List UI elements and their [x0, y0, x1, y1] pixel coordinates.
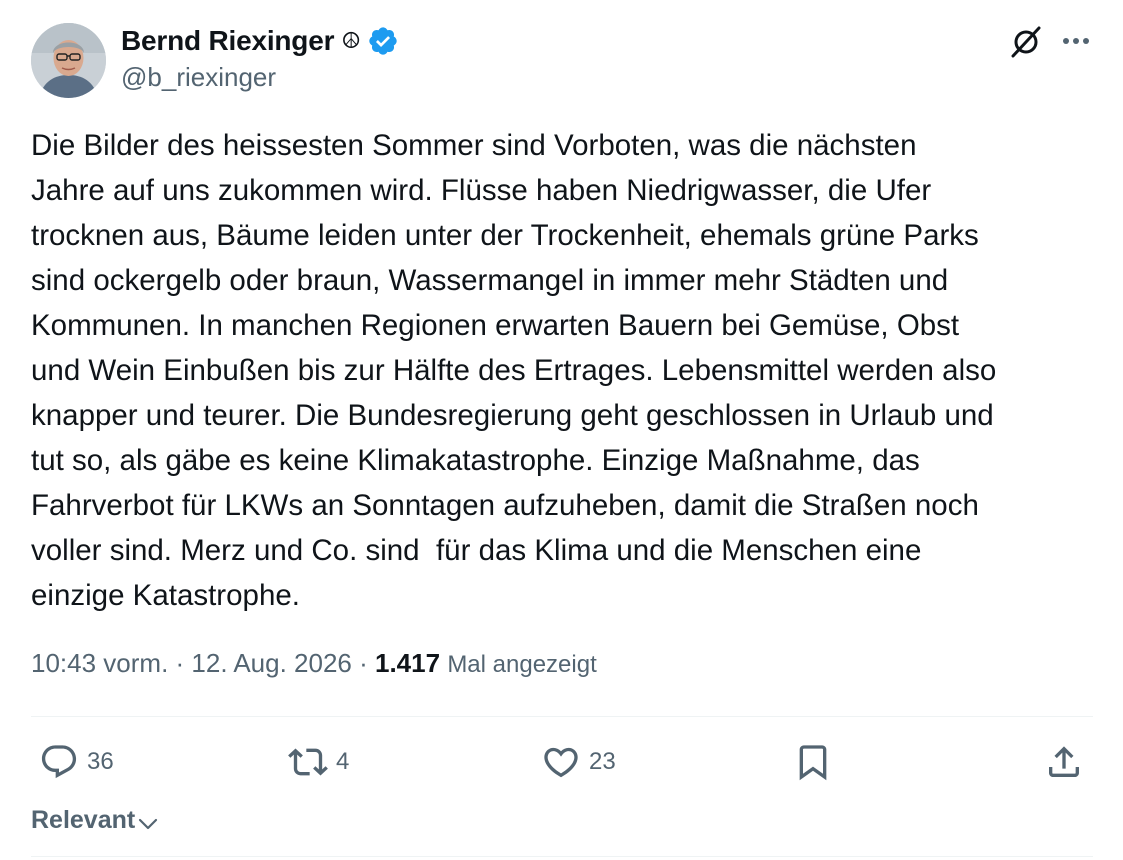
repost-button[interactable]: 4 — [288, 740, 349, 784]
avatar-image — [31, 23, 106, 98]
share-button[interactable] — [1044, 740, 1084, 784]
author-handle[interactable]: @b_riexinger — [121, 62, 399, 93]
chevron-down-icon — [139, 818, 158, 829]
views-count: 1.417 — [375, 648, 441, 678]
tweet-card: Bernd Riexinger ☮ @b_riexinger Die Bilde… — [0, 0, 1123, 860]
views-label: Mal angezeigt — [447, 651, 597, 678]
share-icon — [1049, 746, 1079, 777]
bookmark-icon — [799, 745, 827, 781]
divider — [31, 716, 1093, 717]
reply-button[interactable]: 36 — [39, 740, 114, 784]
author-name[interactable]: Bernd Riexinger — [121, 25, 334, 57]
tweet-meta: 10:43 vorm. · 12. Aug. 2026 · 1.417 Mal … — [31, 648, 597, 679]
verified-badge-icon[interactable] — [367, 25, 399, 57]
peace-emoji: ☮ — [341, 28, 362, 54]
like-icon — [544, 747, 578, 778]
sort-label: Relevant — [31, 806, 136, 834]
author-block: Bernd Riexinger ☮ @b_riexinger — [121, 22, 399, 93]
repost-count: 4 — [336, 748, 350, 775]
reply-icon — [41, 745, 77, 779]
like-button[interactable]: 23 — [541, 740, 616, 784]
meta-separator: · — [168, 648, 192, 678]
divider — [31, 856, 1093, 857]
more-icon[interactable] — [1058, 28, 1094, 54]
bookmark-button[interactable] — [793, 740, 833, 784]
author-name-row: Bernd Riexinger ☮ — [121, 22, 399, 60]
tweet-time[interactable]: 10:43 vorm. — [31, 648, 168, 678]
reply-count: 36 — [87, 748, 114, 775]
meta-separator: · — [351, 648, 375, 678]
tweet-date[interactable]: 12. Aug. 2026 — [191, 648, 351, 678]
like-count: 23 — [589, 748, 616, 775]
repost-icon — [288, 748, 328, 776]
grok-icon[interactable] — [1008, 24, 1044, 60]
sort-dropdown[interactable]: Relevant — [31, 806, 159, 835]
tweet-text: Die Bilder des heissesten Sommer sind Vo… — [31, 129, 997, 612]
avatar[interactable] — [31, 23, 106, 98]
